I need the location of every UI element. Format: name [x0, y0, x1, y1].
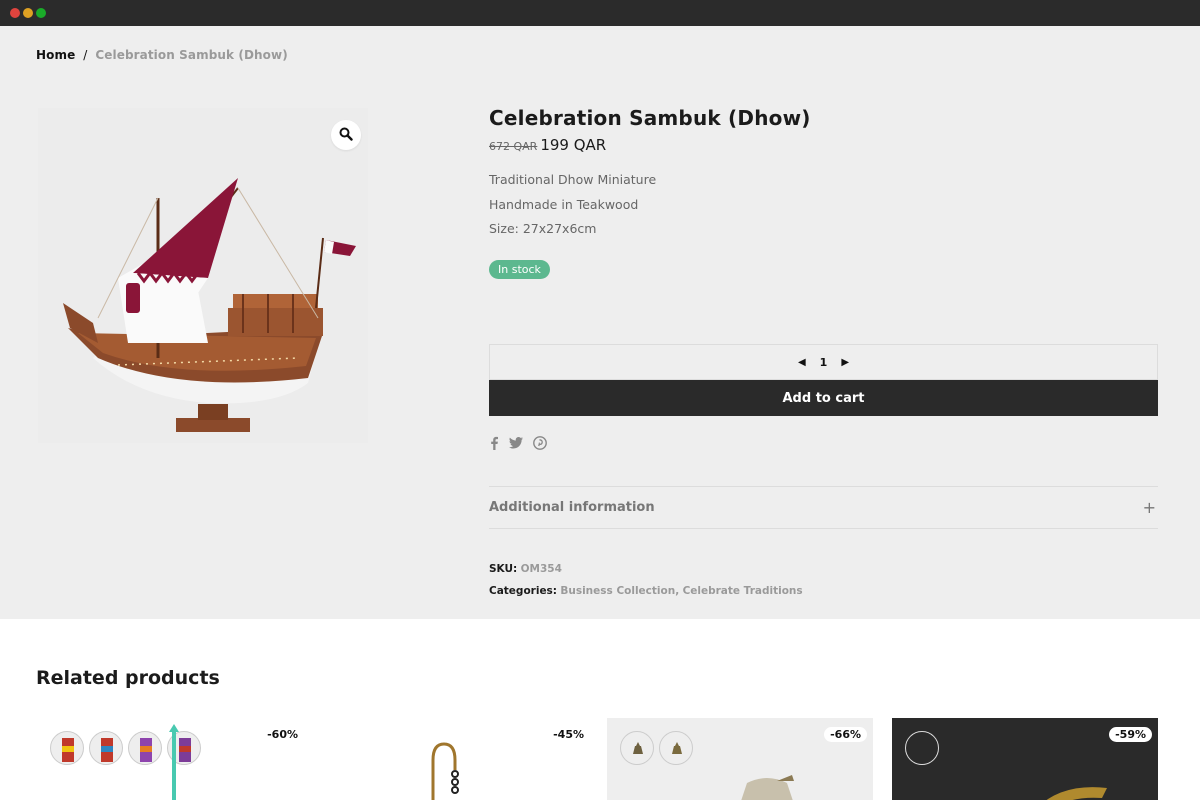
product-thumbnail[interactable] — [905, 731, 939, 765]
description-line: Size: 27x27x6cm — [489, 221, 597, 236]
category-link[interactable]: Celebrate Traditions — [683, 585, 803, 597]
breadcrumb-current: Celebration Sambuk (Dhow) — [95, 48, 288, 62]
quantity-value[interactable]: 1 — [820, 356, 828, 369]
decrease-quantity-icon[interactable]: ◀ — [798, 357, 806, 368]
product-section: Home / Celebration Sambuk (Dhow) Celebra… — [0, 26, 1200, 619]
related-product-card[interactable]: -66% — [607, 718, 873, 800]
product-image — [1032, 778, 1112, 800]
maximize-window-dot[interactable] — [36, 8, 46, 18]
add-to-cart-button[interactable]: Add to cart — [489, 380, 1158, 416]
discount-badge: -60% — [267, 728, 298, 741]
product-thumbnail[interactable] — [620, 731, 654, 765]
description-line: Traditional Dhow Miniature — [489, 172, 657, 187]
pinterest-icon[interactable] — [533, 436, 547, 450]
magnifier-icon — [339, 126, 353, 145]
window-chrome — [0, 0, 1200, 26]
additional-information-toggle[interactable]: Additional information + — [489, 486, 1158, 529]
product-thumbnail[interactable] — [128, 731, 162, 765]
product-image — [732, 773, 802, 800]
price-sale: 199 QAR — [540, 136, 607, 154]
close-window-dot[interactable] — [10, 8, 20, 18]
price: 672 QAR 199 QAR — [489, 136, 1158, 154]
discount-badge: -59% — [1109, 727, 1152, 742]
dhow-ship-image — [63, 178, 356, 432]
sku-label: SKU: — [489, 563, 518, 575]
discount-badge: -45% — [553, 728, 584, 741]
category-separator: , — [675, 585, 680, 597]
related-products-title: Related products — [36, 667, 220, 689]
related-products-section: Related products -60% -45% -66% -59% — [0, 619, 1200, 800]
increase-quantity-icon[interactable]: ▶ — [841, 357, 849, 368]
category-link[interactable]: Business Collection — [560, 585, 675, 597]
facebook-icon[interactable] — [489, 436, 499, 450]
price-regular: 672 QAR — [489, 140, 538, 153]
share-links — [489, 436, 547, 450]
product-thumbnail[interactable] — [89, 731, 123, 765]
sku-row: SKU: OM354 — [489, 558, 803, 580]
accordion-title: Additional information — [489, 500, 655, 515]
discount-badge: -66% — [824, 727, 867, 742]
zoom-button[interactable] — [331, 120, 361, 150]
product-thumbnail[interactable] — [50, 731, 84, 765]
categories-label: Categories: — [489, 585, 558, 597]
product-description: Traditional Dhow Miniature Handmade in T… — [489, 168, 1158, 242]
quantity-stepper[interactable]: ◀ 1 ▶ — [489, 344, 1158, 380]
product-image-gallery[interactable] — [38, 108, 368, 443]
product-thumbnail[interactable] — [659, 731, 693, 765]
related-product-card[interactable]: -45% — [322, 718, 588, 800]
product-summary: Celebration Sambuk (Dhow) 672 QAR 199 QA… — [489, 106, 1158, 597]
sku-value: OM354 — [520, 563, 562, 575]
related-product-card[interactable]: -59% — [892, 718, 1158, 800]
related-product-card[interactable]: -60% — [36, 718, 302, 800]
product-meta: SKU: OM354 Categories: Business Collecti… — [489, 558, 803, 602]
product-image — [427, 740, 461, 800]
description-line: Handmade in Teakwood — [489, 196, 639, 212]
categories-row: Categories: Business Collection, Celebra… — [489, 580, 803, 602]
minimize-window-dot[interactable] — [23, 8, 33, 18]
twitter-icon[interactable] — [509, 437, 523, 449]
tassel-image — [159, 724, 189, 800]
stock-badge: In stock — [489, 259, 550, 279]
plus-icon: + — [1142, 498, 1156, 517]
breadcrumb-home-link[interactable]: Home — [36, 48, 75, 62]
breadcrumb: Home / Celebration Sambuk (Dhow) — [36, 48, 288, 62]
product-title: Celebration Sambuk (Dhow) — [489, 106, 811, 130]
breadcrumb-separator: / — [83, 48, 88, 62]
